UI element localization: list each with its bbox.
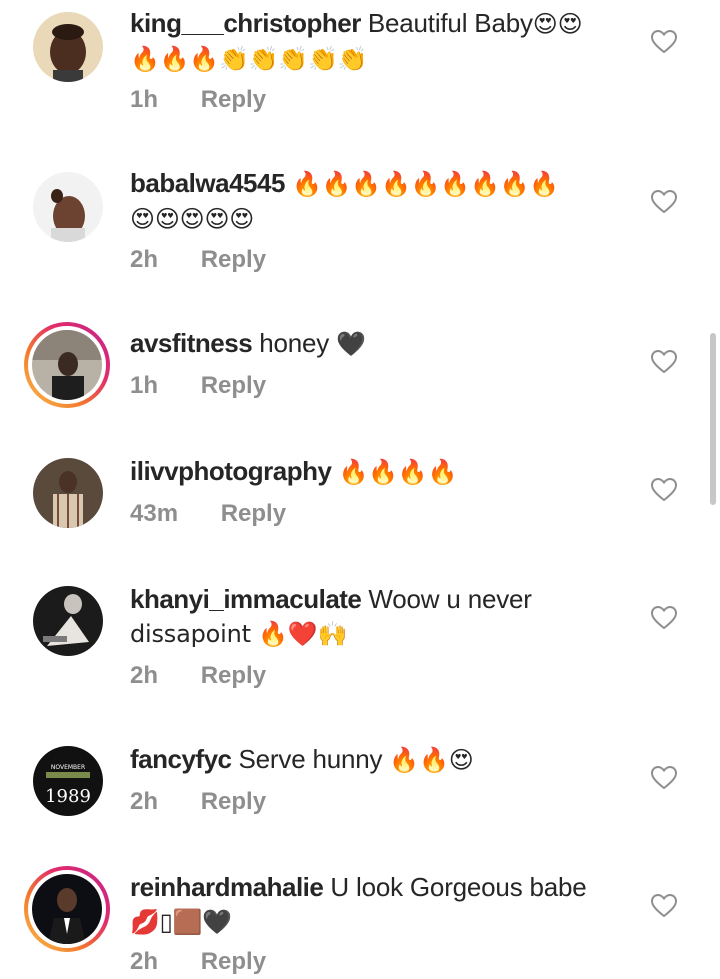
like-button[interactable] (651, 30, 677, 54)
like-button[interactable] (651, 190, 677, 214)
comment-meta: 1h Reply (130, 372, 266, 400)
reply-button[interactable]: Reply (201, 788, 266, 816)
comment-time: 2h (130, 662, 159, 689)
avatar[interactable] (33, 586, 103, 656)
comment-text: reinhardmahalie U look Gorgeous babe 💋▯🟫… (130, 870, 630, 939)
heart-outline-icon (651, 30, 677, 54)
comment-username[interactable]: avsfitness (130, 328, 253, 358)
comment-text: avsfitness honey 🖤 (130, 326, 630, 361)
avatar-image: NOVEMBER 1989 (33, 746, 103, 816)
comment-text: king___christopher Beautiful Baby😍😍 🔥🔥🔥👏… (130, 6, 630, 76)
reply-button[interactable]: Reply (201, 662, 266, 690)
comment-body: Beautiful Baby (367, 8, 533, 38)
heart-outline-icon (651, 766, 677, 790)
avatar-image (33, 586, 103, 656)
comment-username[interactable]: babalwa4545 (130, 168, 285, 198)
reply-button[interactable]: Reply (201, 372, 266, 400)
comment-meta: 2h Reply (130, 788, 266, 816)
like-button[interactable] (651, 766, 677, 790)
heart-outline-icon (651, 350, 677, 374)
avatar-image (32, 330, 102, 400)
heart-outline-icon (651, 478, 677, 502)
avatar[interactable] (24, 322, 110, 408)
reply-button[interactable]: Reply (201, 86, 266, 114)
comment-emoji-line: 😍😍😍😍😍 (130, 205, 255, 233)
comment-emoji-line: dissapoint 🔥❤️🙌 (130, 620, 348, 648)
avatar-image (33, 458, 103, 528)
avatar-image (32, 874, 102, 944)
heart-outline-icon (651, 894, 677, 918)
avatar[interactable]: NOVEMBER 1989 (33, 746, 103, 816)
comment-emoji: 🔥🔥😍 (389, 746, 474, 774)
comment-username[interactable]: khanyi_immaculate (130, 584, 362, 614)
comment-time: 1h (130, 86, 159, 113)
avatar-year-text: 1989 (45, 786, 91, 807)
comment-time: 1h (130, 372, 159, 399)
comment-emoji: 😍😍 (532, 10, 583, 38)
like-button[interactable] (651, 350, 677, 374)
comment-text: babalwa4545 🔥🔥🔥🔥🔥🔥🔥🔥🔥 😍😍😍😍😍 (130, 166, 630, 236)
comment-text: khanyi_immaculate Woow u never dissapoin… (130, 582, 630, 651)
comment-time: 2h (130, 788, 159, 815)
like-button[interactable] (651, 606, 677, 630)
comment-meta: 43m Reply (130, 500, 286, 528)
comment-username[interactable]: reinhardmahalie (130, 872, 324, 902)
comment-body: honey (259, 328, 330, 358)
comment-username[interactable]: king___christopher (130, 8, 361, 38)
reply-button[interactable]: Reply (201, 948, 266, 976)
heart-outline-icon (651, 606, 677, 630)
avatar-image (33, 172, 103, 242)
avatar[interactable] (33, 458, 103, 528)
comment-emoji: 🖤 (336, 330, 366, 358)
comment-meta: 2h Reply (130, 948, 266, 976)
reply-button[interactable]: Reply (201, 246, 266, 274)
comment-body: Woow u never (368, 584, 532, 614)
avatar[interactable] (33, 172, 103, 242)
avatar-image (33, 12, 103, 82)
comment-username[interactable]: ilivvphotography (130, 456, 332, 486)
comment-meta: 2h Reply (130, 246, 266, 274)
comment-emoji: 🔥🔥🔥🔥🔥🔥🔥🔥🔥 (291, 170, 560, 198)
comment-body: Serve hunny (238, 744, 383, 774)
comment-emoji-line: 💋▯🟫🖤 (130, 908, 233, 936)
comment-meta: 2h Reply (130, 662, 266, 690)
comment-emoji: 🔥🔥🔥🔥 (338, 458, 458, 486)
comment-time: 43m (130, 500, 179, 527)
avatar-top-text: NOVEMBER (51, 764, 85, 771)
heart-outline-icon (651, 190, 677, 214)
comment-username[interactable]: fancyfyc (130, 744, 232, 774)
comment-body: U look Gorgeous babe (330, 872, 587, 902)
reply-button[interactable]: Reply (221, 500, 286, 528)
avatar[interactable] (24, 866, 110, 952)
like-button[interactable] (651, 478, 677, 502)
like-button[interactable] (651, 894, 677, 918)
scrollbar[interactable] (710, 333, 716, 505)
comment-text: fancyfyc Serve hunny 🔥🔥😍 (130, 742, 630, 777)
comment-text: ilivvphotography 🔥🔥🔥🔥 (130, 454, 630, 489)
avatar[interactable] (33, 12, 103, 82)
comment-time: 2h (130, 246, 159, 273)
comment-meta: 1h Reply (130, 86, 266, 114)
comment-emoji-line: 🔥🔥🔥👏👏👏👏👏 (130, 45, 368, 73)
comment-time: 2h (130, 948, 159, 975)
